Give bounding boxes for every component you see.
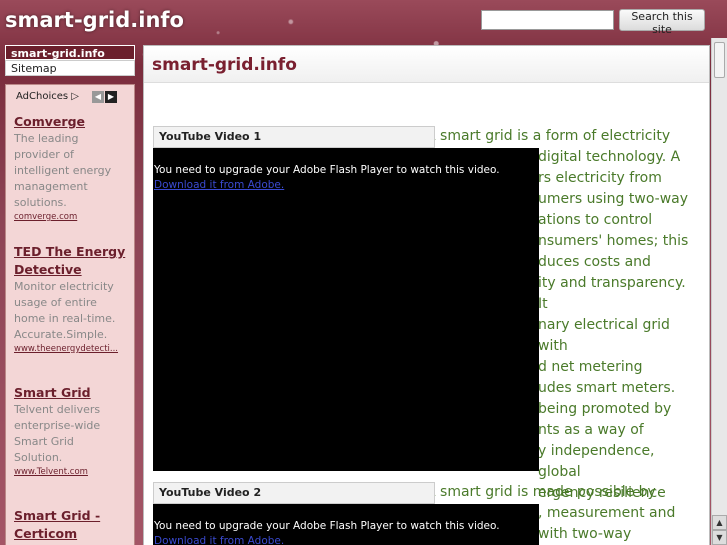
ad-title[interactable]: Smart Grid - — [14, 507, 126, 525]
ad-smart-grid: Smart Grid Telvent delivers enterprise-w… — [14, 384, 126, 479]
ad-desc-line: Monitor electricity — [14, 280, 114, 293]
flash-message: You need to upgrade your Adobe Flash Pla… — [154, 520, 500, 532]
article-line: d net metering — [538, 359, 643, 375]
ad-desc-line: The leading — [14, 132, 79, 145]
article-line: duces costs and — [538, 254, 651, 270]
ad-title[interactable]: Comverge — [14, 113, 126, 131]
ad-desc-line: Accurate.Simple. — [14, 328, 108, 341]
ad-desc-line: usage of entire — [14, 296, 97, 309]
ad-ted: TED The Energy Detective Monitor electri… — [14, 243, 126, 356]
scrollbar-thumb[interactable] — [714, 42, 725, 78]
ad-url[interactable]: comverge.com — [14, 211, 126, 224]
article-line: nary electrical grid with — [538, 317, 670, 354]
ad-desc-line: home in real-time. — [14, 312, 116, 325]
article-line: ity and transparency. It — [538, 275, 686, 312]
ad-url[interactable]: www.theenergydetecti... — [14, 343, 126, 356]
video-header: YouTube Video 2 — [153, 482, 435, 504]
ad-comverge: Comverge The leading provider of intelli… — [14, 113, 126, 224]
search-input[interactable] — [481, 10, 614, 30]
flash-download-link[interactable]: Download it from Adobe. — [154, 535, 284, 545]
article-line: udes smart meters. — [538, 380, 676, 396]
ad-desc-line: solutions. — [14, 196, 67, 209]
ad-desc-line: provider of — [14, 148, 74, 161]
article-line: ations to control — [538, 212, 653, 228]
ad-title[interactable]: Certicom — [14, 525, 126, 543]
article-line: being promoted by — [538, 401, 672, 417]
ad-next-icon[interactable]: ▶ — [105, 91, 117, 103]
ad-desc-line: Smart Grid — [14, 435, 74, 448]
scroll-down-icon[interactable]: ▼ — [712, 530, 727, 545]
youtube-video-1: YouTube Video 1 You need to upgrade your… — [153, 126, 539, 471]
ad-certicom: Smart Grid - Certicom — [14, 507, 126, 543]
page-title-bar: smart-grid.info — [144, 46, 709, 83]
adchoices-label[interactable]: AdChoices ▷ — [16, 91, 79, 102]
article-line: umers using two-way — [538, 191, 689, 207]
ad-title[interactable]: TED The Energy — [14, 243, 126, 261]
search-button[interactable]: Search this site — [619, 9, 705, 36]
vertical-scrollbar[interactable]: ▲ ▼ — [711, 38, 727, 545]
article-line: , measurement and — [538, 505, 676, 521]
site-title[interactable]: smart-grid.info — [5, 8, 184, 32]
ad-desc-line: Solution. — [14, 451, 63, 464]
page-title: smart-grid.info — [152, 55, 297, 75]
ad-desc-line: Telvent delivers — [14, 403, 101, 416]
ad-title[interactable]: Smart Grid — [14, 384, 126, 402]
article-line: nsumers' homes; this — [538, 233, 689, 249]
article-line: nts as a way of — [538, 422, 644, 438]
ad-desc-line: intelligent energy — [14, 164, 112, 177]
article-line: digital technology. A — [538, 149, 681, 165]
article-line: y independence, global — [538, 443, 655, 480]
flash-message: You need to upgrade your Adobe Flash Pla… — [154, 164, 500, 176]
flash-download-link[interactable]: Download it from Adobe. — [154, 179, 284, 191]
ad-desc-line: enterprise-wide — [14, 419, 101, 432]
youtube-video-2: YouTube Video 2 You need to upgrade your… — [153, 482, 539, 545]
video-player[interactable]: You need to upgrade your Adobe Flash Pla… — [153, 148, 539, 471]
ads-sidebar: AdChoices ▷ ◀ ▶ Comverge The leading pro… — [5, 84, 135, 545]
article-line: with two-way — [538, 526, 632, 542]
video-header: YouTube Video 1 — [153, 126, 435, 148]
ad-url[interactable]: www.Telvent.com — [14, 466, 126, 479]
nav-item-sitemap[interactable]: Sitemap — [5, 60, 135, 76]
ad-prev-icon[interactable]: ◀ — [92, 91, 104, 103]
main-content: smart-grid.info A smart grid is a form o… — [143, 45, 710, 545]
video-player[interactable]: You need to upgrade your Adobe Flash Pla… — [153, 504, 539, 545]
ad-desc-line: management — [14, 180, 88, 193]
scroll-up-icon[interactable]: ▲ — [712, 515, 727, 530]
site-nav: smart-grid.info Sitemap — [5, 45, 135, 76]
article-line: rs electricity from — [538, 170, 662, 186]
nav-item-home[interactable]: smart-grid.info — [5, 45, 135, 60]
ad-title[interactable]: Detective — [14, 261, 126, 279]
